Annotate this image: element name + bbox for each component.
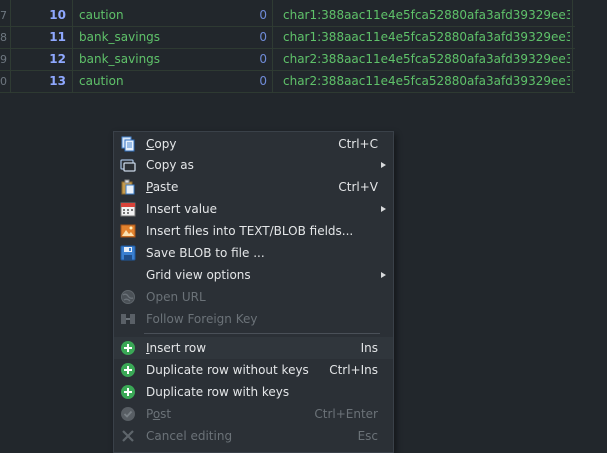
menu-item-open-url[interactable]: Open URL	[114, 286, 393, 308]
menu-item-label: Copy as	[146, 158, 194, 172]
plus-circle-icon	[120, 340, 136, 356]
table-row[interactable]: 9 12 bank_savings 0 char2:388aac11e4e5fc…	[0, 49, 575, 71]
cell-id[interactable]: 12	[10, 49, 70, 70]
menu-item-label: Insert row	[146, 341, 207, 355]
column-separator	[272, 0, 273, 93]
menu-item-follow-foreign-key[interactable]: Follow Foreign Key	[114, 308, 393, 330]
menu-item-shortcut: Esc	[357, 429, 378, 443]
menu-item-label: Cancel editing	[146, 429, 233, 443]
menu-item-label: Duplicate row with keys	[146, 385, 290, 399]
cell-count[interactable]: 0	[200, 5, 267, 26]
foreign-key-icon	[120, 311, 136, 327]
check-circle-icon	[120, 406, 136, 422]
menu-item-label: Open URL	[146, 290, 206, 304]
cell-count[interactable]: 0	[200, 27, 267, 48]
menu-item-paste[interactable]: Paste Ctrl+V	[114, 176, 393, 198]
calendar-icon	[120, 201, 136, 217]
x-icon	[120, 428, 136, 444]
column-separator	[72, 0, 73, 93]
plus-circle-icon	[120, 362, 136, 378]
table-row[interactable]: 7 10 caution 0 char1:388aac11e4e5fca5288…	[0, 5, 575, 27]
paste-icon	[120, 179, 136, 195]
menu-item-label: Duplicate row without keys	[146, 363, 309, 377]
menu-item-shortcut: Ctrl+Ins	[329, 363, 378, 377]
menu-item-label: Paste	[146, 180, 179, 194]
menu-item-label: Grid view options	[146, 268, 251, 282]
menu-item-insert-row[interactable]: Insert row Ins	[114, 337, 393, 359]
menu-separator	[144, 333, 380, 334]
table-row[interactable]: 0 13 caution 0 char2:388aac11e4e5fca5288…	[0, 71, 575, 93]
cell-key[interactable]: char2:388aac11e4e5fca52880afa3afd39329ee…	[283, 49, 570, 70]
row-gutter-number: 7	[0, 9, 7, 22]
globe-icon	[120, 289, 136, 305]
menu-item-copy-as[interactable]: Copy as	[114, 154, 393, 176]
cell-id[interactable]: 11	[10, 27, 70, 48]
menu-item-copy[interactable]: Copy Ctrl+C	[114, 133, 393, 155]
column-separator	[572, 0, 573, 93]
save-icon	[120, 245, 136, 261]
menu-item-label: Insert value	[146, 202, 218, 216]
cell-key[interactable]: char1:388aac11e4e5fca52880afa3afd39329ee…	[283, 5, 570, 26]
row-gutter-number: 8	[0, 31, 7, 44]
cell-count[interactable]: 0	[200, 71, 267, 92]
row-gutter-number: 0	[0, 75, 7, 88]
menu-item-cancel-editing[interactable]: Cancel editing Esc	[114, 425, 393, 447]
copy-as-icon	[120, 157, 136, 173]
menu-item-label: Copy	[146, 137, 177, 151]
menu-item-shortcut: Ins	[360, 341, 378, 355]
context-menu: Copy Ctrl+C Copy as Paste Ctrl+V Insert …	[113, 131, 394, 453]
cell-key[interactable]: char1:388aac11e4e5fca52880afa3afd39329ee…	[283, 27, 570, 48]
cell-key[interactable]: char2:388aac11e4e5fca52880afa3afd39329ee…	[283, 71, 570, 92]
submenu-arrow-icon	[381, 162, 386, 168]
copy-icon	[120, 136, 136, 152]
menu-item-shortcut: Ctrl+Enter	[314, 407, 378, 421]
menu-item-label: Save BLOB to file ...	[146, 246, 265, 260]
row-gutter-number: 9	[0, 53, 7, 66]
menu-item-insert-value[interactable]: Insert value	[114, 198, 393, 220]
menu-item-insert-files[interactable]: Insert files into TEXT/BLOB fields...	[114, 220, 393, 242]
table-row[interactable]: 8 11 bank_savings 0 char1:388aac11e4e5fc…	[0, 27, 575, 49]
submenu-arrow-icon	[381, 206, 386, 212]
menu-item-label: Insert files into TEXT/BLOB fields...	[146, 224, 354, 238]
cell-count[interactable]: 0	[200, 49, 267, 70]
menu-item-label: Follow Foreign Key	[146, 312, 258, 326]
menu-item-save-blob[interactable]: Save BLOB to file ...	[114, 242, 393, 264]
submenu-arrow-icon	[381, 272, 386, 278]
cell-id[interactable]: 13	[10, 71, 70, 92]
plus-circle-icon	[120, 384, 136, 400]
menu-item-shortcut: Ctrl+V	[338, 180, 378, 194]
column-separator	[10, 0, 11, 93]
menu-item-duplicate-row-without-keys[interactable]: Duplicate row without keys Ctrl+Ins	[114, 359, 393, 381]
menu-item-duplicate-row-with-keys[interactable]: Duplicate row with keys	[114, 381, 393, 403]
menu-item-post[interactable]: Post Ctrl+Enter	[114, 403, 393, 425]
menu-item-grid-view-options[interactable]: Grid view options	[114, 264, 393, 286]
cell-id[interactable]: 10	[10, 5, 70, 26]
menu-item-label: Post	[146, 407, 172, 421]
menu-item-shortcut: Ctrl+C	[338, 137, 378, 151]
image-icon	[120, 223, 136, 239]
